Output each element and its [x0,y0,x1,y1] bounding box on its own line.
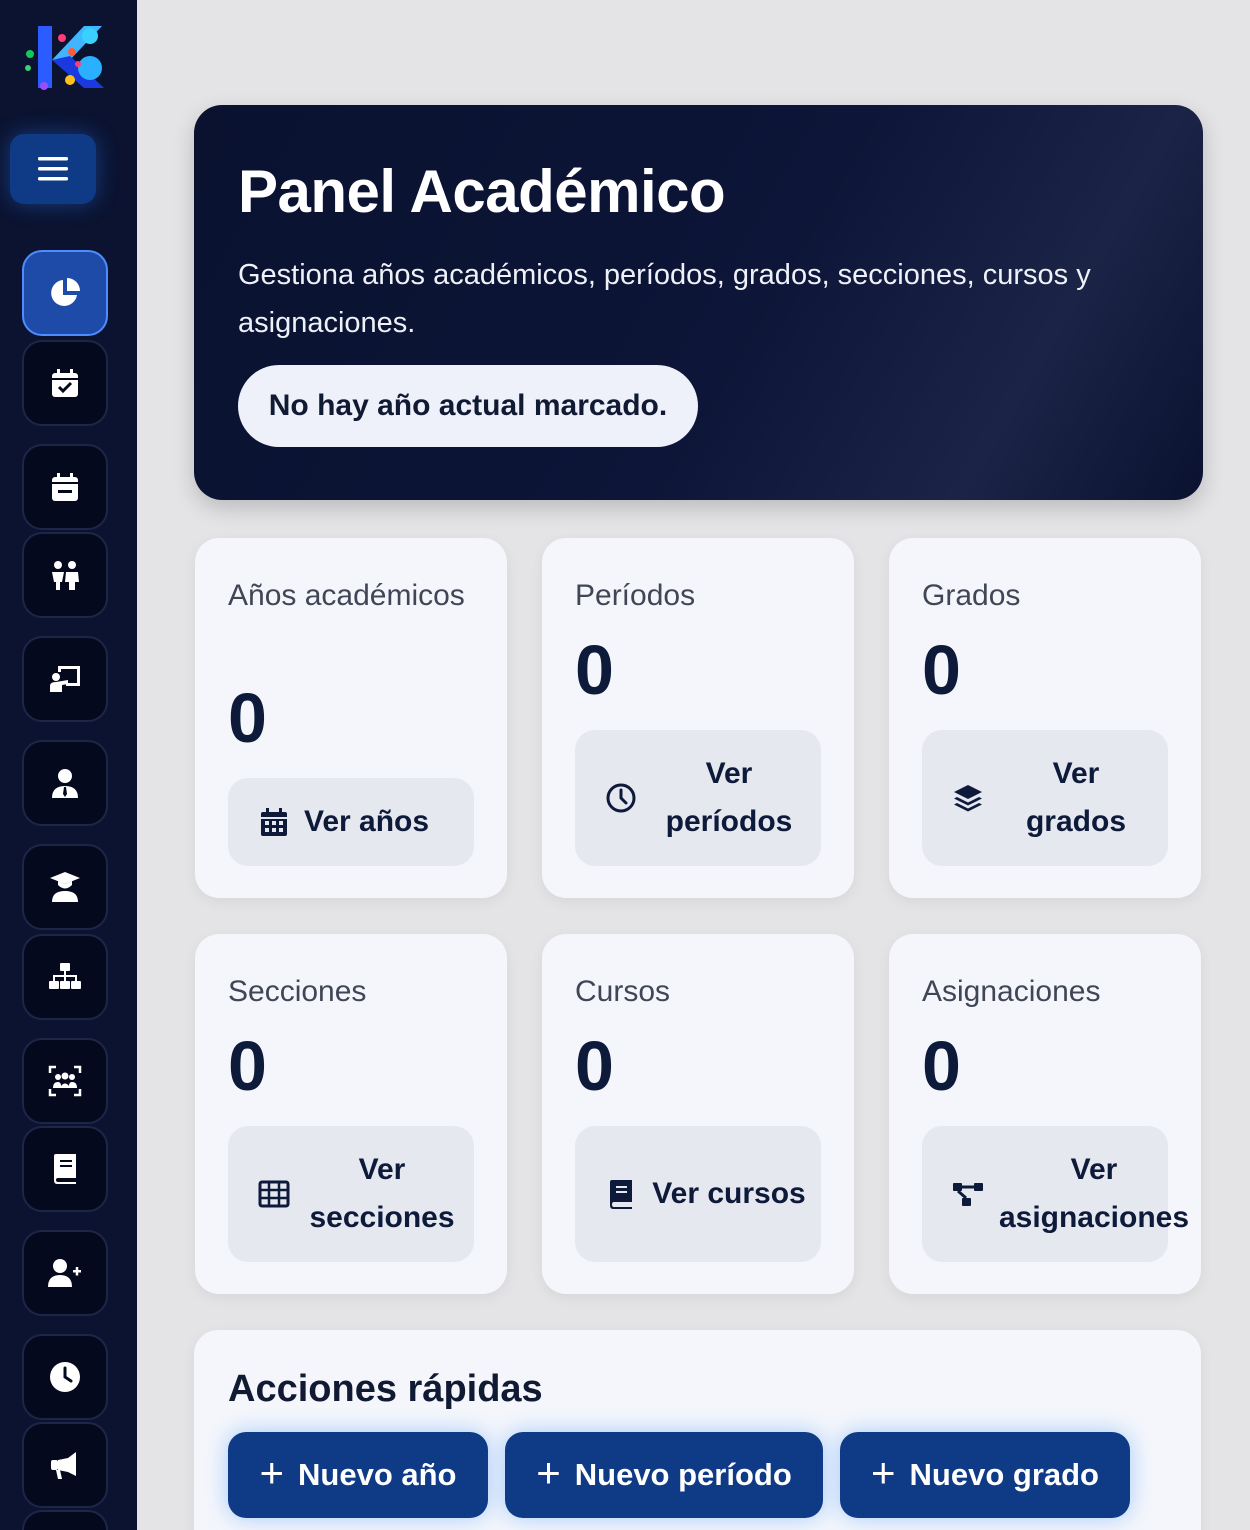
nav-periods[interactable] [22,444,108,530]
nav-more[interactable] [22,1510,108,1530]
teacher-board-icon [50,666,80,692]
graduate-icon [50,872,80,902]
group-scan-icon [48,1065,82,1097]
card-grades: Grados 0 Ver grados [889,538,1201,898]
new-year-button[interactable]: + Nuevo año [228,1432,488,1518]
megaphone-icon [51,1452,76,1479]
quick-actions-title: Acciones rápidas [228,1368,543,1410]
nav-structure[interactable] [22,934,108,1020]
table-icon [258,1180,290,1208]
view-grades-button[interactable]: Ver grados [922,730,1168,866]
nav-academic-years[interactable] [22,340,108,426]
card-assignments: Asignaciones 0 Ver asignaciones [889,934,1201,1294]
book-icon [610,1180,632,1209]
pie-chart-icon [51,278,80,306]
layers-icon [954,785,982,812]
book-icon [54,1154,76,1184]
view-assignments-button[interactable]: Ver asignaciones [922,1126,1189,1262]
nav-graduates[interactable] [22,844,108,930]
card-value: 0 [922,631,961,709]
card-label: Cursos [575,975,671,1008]
calendar-check-icon [52,369,78,397]
card-value: 0 [228,679,267,757]
plus-icon: + [871,1449,896,1496]
card-label: Secciones [228,975,367,1008]
plus-icon: + [259,1449,285,1496]
card-label: Asignaciones [922,975,1101,1008]
brand-logo-icon[interactable] [22,16,110,98]
quick-actions-panel: Acciones rápidas + Nuevo año + Nuevo per… [194,1330,1201,1530]
sidebar [0,0,137,1530]
button-label: Nuevo período [574,1457,792,1492]
card-label: Períodos [575,579,696,612]
card-academic-years: Años académicos 0 Ver años [195,538,507,898]
page-title: Panel Académico [238,158,726,225]
nav-staff[interactable] [22,740,108,826]
current-year-status-badge: No hay año actual marcado. [238,365,698,447]
page-subtitle: Gestiona años académicos, períodos, grad… [238,259,1091,339]
new-period-button[interactable]: + Nuevo período [505,1432,823,1518]
children-icon [52,561,79,590]
clock-outline-icon [606,783,636,813]
view-periods-button[interactable]: Ver períodos [575,730,821,866]
sitemap-icon [49,963,81,989]
view-courses-button[interactable]: Ver cursos [575,1126,821,1262]
card-periods: Períodos 0 Ver períodos [542,538,854,898]
card-value: 0 [575,1027,614,1105]
card-courses: Cursos 0 Ver cursos [542,934,854,1294]
card-value: 0 [922,1027,961,1105]
button-label: Ver años [304,805,430,838]
nav-teachers[interactable] [22,636,108,722]
user-plus-icon [48,1259,81,1287]
nav-schedule[interactable] [22,1334,108,1420]
view-years-button[interactable]: Ver años [228,778,474,866]
calendar-grid-icon [261,808,287,836]
menu-toggle-button[interactable] [10,134,96,204]
card-label: Grados [922,579,1021,612]
clock-icon [50,1362,80,1392]
calendar-minus-icon [52,473,78,501]
plus-icon: + [536,1449,561,1496]
button-label: Ver períodos [665,757,793,838]
button-label: Nuevo grado [909,1457,1099,1492]
nav-enroll[interactable] [22,1230,108,1316]
new-grade-button[interactable]: + Nuevo grado [840,1432,1130,1518]
card-value: 0 [228,1027,267,1105]
user-tie-icon [52,769,78,798]
nav-dashboard[interactable] [22,250,108,336]
button-label: Ver grados [1025,757,1127,838]
nav-courses[interactable] [22,1126,108,1212]
card-label: Años académicos [228,579,465,612]
card-sections: Secciones 0 Ver secciones [195,934,507,1294]
button-label: Ver cursos [652,1177,806,1210]
nav-students[interactable] [22,532,108,618]
button-label: Nuevo año [298,1457,457,1492]
diagram-icon [953,1183,983,1206]
hero-banner: Panel Académico Gestiona años académicos… [194,105,1203,500]
button-label: Ver asignaciones [998,1153,1190,1234]
hamburger-icon [38,157,68,181]
button-label: Ver secciones [309,1153,455,1234]
view-sections-button[interactable]: Ver secciones [228,1126,474,1262]
card-value: 0 [575,631,614,709]
nav-announcements[interactable] [22,1422,108,1508]
nav-groups[interactable] [22,1038,108,1124]
